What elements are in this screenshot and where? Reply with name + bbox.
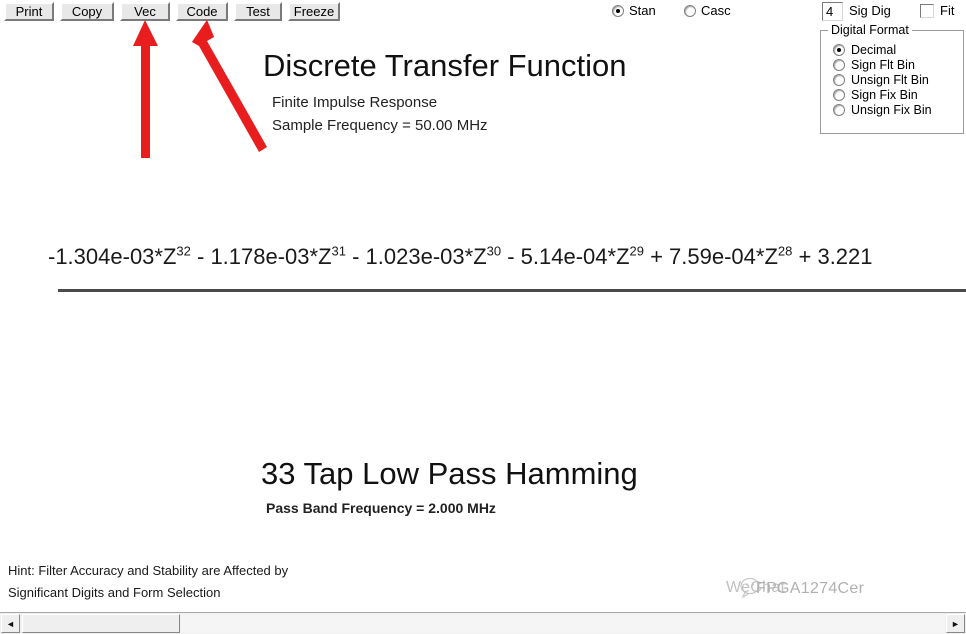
print-button[interactable]: Print bbox=[4, 2, 54, 21]
fit-label: Fit bbox=[940, 3, 955, 18]
radio-selected-icon bbox=[612, 4, 624, 17]
equation-numerator: -1.304e-03*Z32 - 1.178e-03*Z31 - 1.023e-… bbox=[48, 243, 873, 269]
response-type-label: Finite Impulse Response bbox=[272, 94, 438, 111]
scroll-right-arrow-icon[interactable]: ► bbox=[946, 614, 965, 633]
pass-band-frequency-label: Pass Band Frequency = 2.000 MHz bbox=[266, 500, 496, 516]
digital-format-option-decimal[interactable]: Decimal bbox=[833, 42, 932, 57]
hint-text-line-2: Significant Digits and Form Selection bbox=[8, 585, 221, 600]
radio-unselected-icon bbox=[833, 73, 845, 86]
radio-form-casc[interactable]: Casc bbox=[684, 3, 731, 18]
scrollbar-thumb[interactable] bbox=[22, 614, 180, 633]
arrow-to-code-button bbox=[192, 20, 267, 152]
sig-dig-label: Sig Dig bbox=[849, 3, 891, 18]
digital-format-option-label: Decimal bbox=[851, 42, 897, 57]
radio-form-casc-label: Casc bbox=[701, 3, 731, 18]
freeze-button[interactable]: Freeze bbox=[288, 2, 340, 21]
watermark-text-handle: FPGA1274Cer bbox=[756, 580, 865, 597]
copy-button[interactable]: Copy bbox=[60, 2, 114, 21]
page-title: Discrete Transfer Function bbox=[263, 48, 627, 83]
sig-dig-input[interactable]: 4 bbox=[822, 2, 843, 21]
radio-form-stan-label: Stan bbox=[629, 3, 656, 18]
toolbar: Print Copy Vec Code Test Freeze Stan Cas… bbox=[0, 0, 966, 23]
digital-format-option-label: Sign Fix Bin bbox=[851, 87, 918, 102]
arrow-to-vec-button bbox=[133, 20, 158, 158]
digital-format-option-sign-fix-bin[interactable]: Sign Fix Bin bbox=[833, 87, 932, 102]
vec-button[interactable]: Vec bbox=[120, 2, 170, 21]
digital-format-group: Digital Format Decimal Sign Flt Bin Unsi… bbox=[820, 23, 964, 134]
digital-format-title: Digital Format bbox=[828, 23, 912, 37]
radio-selected-icon bbox=[833, 43, 845, 56]
digital-format-option-label: Sign Flt Bin bbox=[851, 57, 915, 72]
radio-form-stan[interactable]: Stan bbox=[612, 3, 656, 18]
horizontal-scrollbar[interactable]: ◄ ► bbox=[0, 612, 966, 634]
equation-fraction-bar bbox=[58, 289, 966, 292]
digital-format-options: Decimal Sign Flt Bin Unsign Flt Bin Sign… bbox=[833, 42, 932, 117]
radio-unselected-icon bbox=[833, 58, 845, 71]
scroll-left-arrow-icon[interactable]: ◄ bbox=[1, 614, 20, 633]
fit-checkbox[interactable] bbox=[920, 4, 934, 18]
digital-format-option-label: Unsign Flt Bin bbox=[851, 72, 929, 87]
digital-format-option-unsign-fix-bin[interactable]: Unsign Fix Bin bbox=[833, 102, 932, 117]
code-button[interactable]: Code bbox=[176, 2, 228, 21]
sample-frequency-label: Sample Frequency = 50.00 MHz bbox=[272, 117, 488, 134]
filter-title: 33 Tap Low Pass Hamming bbox=[261, 456, 638, 491]
filter-design-window: Print Copy Vec Code Test Freeze Stan Cas… bbox=[0, 0, 966, 634]
radio-unselected-icon bbox=[833, 103, 845, 116]
digital-format-option-unsign-flt-bin[interactable]: Unsign Flt Bin bbox=[833, 72, 932, 87]
radio-unselected-icon bbox=[684, 4, 696, 17]
test-button[interactable]: Test bbox=[234, 2, 282, 21]
hint-text-line-1: Hint: Filter Accuracy and Stability are … bbox=[8, 563, 289, 578]
watermark-overlay: WeChat FPGA1274Cer bbox=[726, 575, 966, 605]
radio-unselected-icon bbox=[833, 88, 845, 101]
digital-format-option-sign-flt-bin[interactable]: Sign Flt Bin bbox=[833, 57, 932, 72]
digital-format-option-label: Unsign Fix Bin bbox=[851, 102, 932, 117]
scrollbar-track[interactable] bbox=[181, 614, 945, 633]
